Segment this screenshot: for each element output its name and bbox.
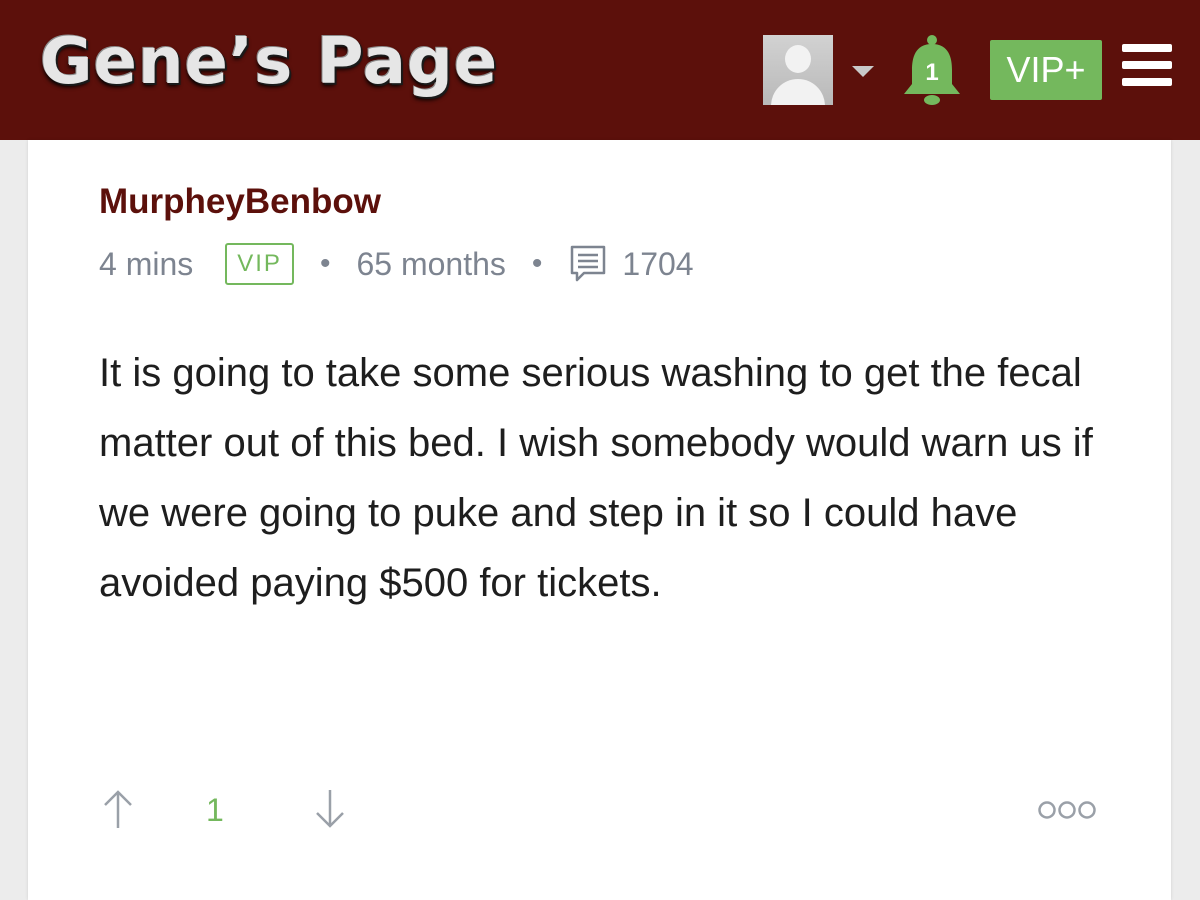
avatar-head bbox=[785, 45, 811, 73]
site-logo[interactable]: Gene’s Page bbox=[40, 20, 498, 104]
arrow-down-icon[interactable] bbox=[314, 788, 346, 830]
notification-count: 1 bbox=[925, 59, 939, 86]
menu-bar bbox=[1122, 61, 1172, 69]
notifications-button[interactable]: 1 bbox=[900, 34, 964, 106]
more-options-icon[interactable] bbox=[1037, 798, 1097, 822]
vip-badge: VIP bbox=[225, 243, 294, 285]
user-avatar-icon[interactable] bbox=[763, 35, 833, 105]
menu-bar bbox=[1122, 44, 1172, 52]
site-header: Gene’s Page 1 VIP+ bbox=[0, 0, 1200, 140]
meta-separator: • bbox=[531, 247, 543, 280]
hamburger-menu-icon[interactable] bbox=[1122, 44, 1172, 86]
comment-meta: 4 mins VIP • 65 months • 1704 bbox=[99, 240, 694, 288]
arrow-up-icon[interactable] bbox=[102, 788, 134, 830]
vote-count: 1 bbox=[206, 792, 224, 828]
comment-icon bbox=[571, 245, 606, 282]
comment-username[interactable]: MurpheyBenbow bbox=[99, 182, 381, 222]
avatar-body bbox=[771, 79, 825, 105]
vip-plus-button[interactable]: VIP+ bbox=[990, 40, 1102, 100]
caret-down-icon[interactable] bbox=[852, 66, 874, 77]
menu-bar bbox=[1122, 78, 1172, 86]
meta-separator: • bbox=[319, 247, 331, 280]
comment-time: 4 mins bbox=[99, 245, 194, 282]
comment-card: MurpheyBenbow 4 mins VIP • 65 months • 1… bbox=[28, 140, 1171, 900]
comment-body: It is going to take some serious washing… bbox=[99, 351, 1093, 605]
comment-count: 1704 bbox=[622, 245, 694, 282]
membership-duration: 65 months bbox=[356, 245, 506, 282]
